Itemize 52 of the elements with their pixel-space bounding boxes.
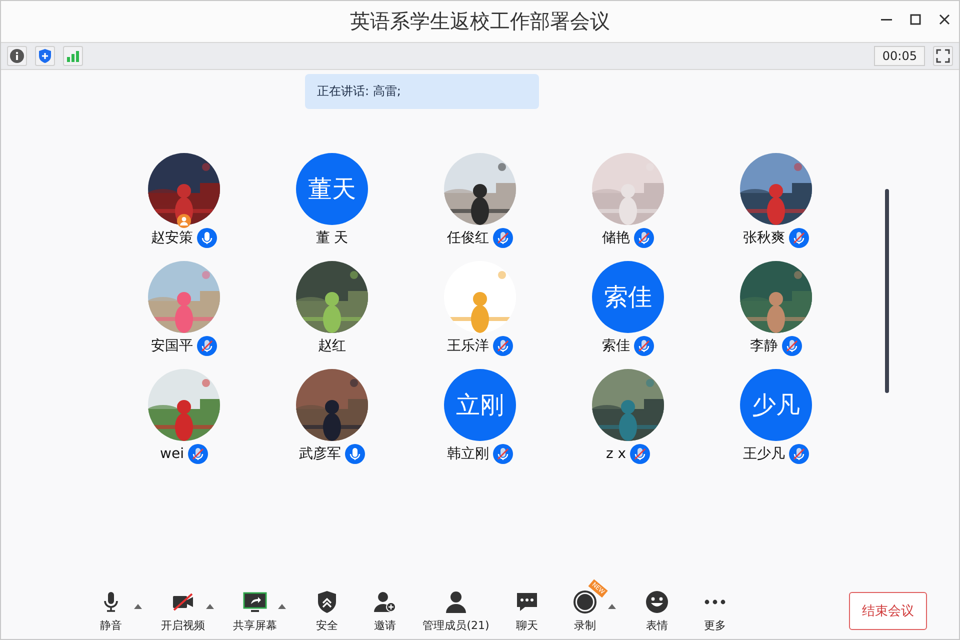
participant-name: wei xyxy=(160,446,184,462)
signal-icon xyxy=(66,49,80,63)
caret-icon[interactable] xyxy=(133,602,143,610)
more-icon xyxy=(703,598,727,606)
screen-share-icon xyxy=(243,590,267,614)
toolbar-button[interactable]: 表情 xyxy=(635,590,679,632)
person-icon xyxy=(444,590,468,614)
toolbar-button[interactable]: 聊天 xyxy=(505,590,549,632)
participant-name: 董 天 xyxy=(316,229,348,247)
participant-name: 储艳 xyxy=(602,229,630,247)
toolbar-button[interactable]: 更多 xyxy=(693,590,737,632)
toolbar-button[interactable]: 静音 xyxy=(89,590,133,632)
participant-name: 安国平 xyxy=(151,337,193,355)
participant-name: 张秋爽 xyxy=(743,229,785,247)
participant-name: 赵安策 xyxy=(151,229,193,247)
participant-name: 赵红 xyxy=(318,337,346,355)
participant-name: z x xyxy=(606,446,626,462)
toolbar-button[interactable]: 安全 xyxy=(305,590,349,632)
caret-icon[interactable] xyxy=(607,602,617,610)
meeting-timer: 00:05 xyxy=(874,46,925,66)
participant-name: 王乐洋 xyxy=(447,337,489,355)
fullscreen-button[interactable] xyxy=(933,46,953,66)
fullscreen-icon xyxy=(936,49,950,63)
avatar: 少凡 xyxy=(740,369,812,441)
participant-name: 武彦军 xyxy=(299,445,341,463)
participant-name: 任俊红 xyxy=(447,229,489,247)
avatar: 立刚 xyxy=(444,369,516,441)
avatar: 索佳 xyxy=(592,261,664,333)
info-icon xyxy=(10,49,24,63)
window-title: 英语系学生返校工作部署会议 xyxy=(350,8,610,35)
smiley-icon xyxy=(645,590,669,614)
avatar: 董天 xyxy=(296,153,368,225)
toolbar-button[interactable]: 开启视频 xyxy=(161,590,205,632)
scrollbar[interactable] xyxy=(885,189,889,393)
toolbar-button[interactable]: 邀请 xyxy=(363,590,407,632)
participant-name: 王少凡 xyxy=(743,445,785,463)
caret-icon[interactable] xyxy=(205,602,215,610)
end-meeting-button[interactable]: 结束会议 xyxy=(849,592,927,630)
toolbar-button[interactable]: 管理成员(21) xyxy=(421,590,491,632)
info-button[interactable] xyxy=(7,46,27,66)
security-button[interactable] xyxy=(35,46,55,66)
participant-name: 索佳 xyxy=(602,337,630,355)
speaking-banner: 正在讲话: 高雷; xyxy=(305,74,539,109)
toolbar-button[interactable]: 共享屏幕 xyxy=(233,590,277,632)
participant-name: 李静 xyxy=(750,337,778,355)
shield-icon xyxy=(315,590,339,614)
add-person-icon xyxy=(373,590,397,614)
caret-icon[interactable] xyxy=(277,602,287,610)
participant-name: 韩立刚 xyxy=(447,445,489,463)
maximize-icon[interactable] xyxy=(909,13,922,26)
close-icon[interactable] xyxy=(938,13,951,26)
shield-icon xyxy=(38,49,52,63)
